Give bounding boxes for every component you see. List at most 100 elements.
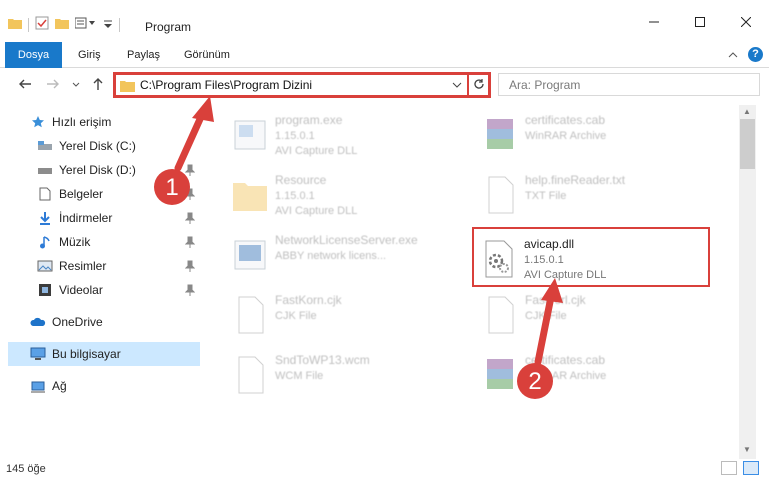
file-name: help.fineReader.txt [525,173,626,187]
back-icon[interactable] [18,77,32,95]
refresh-icon [473,78,485,93]
file-tile-help-txt[interactable]: help.fineReader.txt TXT File [475,165,715,223]
pin-icon[interactable] [184,284,196,299]
window-title: Program [145,20,192,34]
file-name: Fastverl.cjk [525,293,586,307]
file-description: AVI Capture DLL [275,145,358,157]
file-version: 1.15.0.1 [524,254,564,266]
file-type: WinRAR Archive [525,370,607,382]
cloud-icon [30,314,46,330]
videos-icon [37,282,53,298]
sidebar-item-label: Belgeler [59,187,104,201]
file-tile-program-exe[interactable]: program.exe 1.15.0.1 AVI Capture DLL [225,105,465,163]
computer-icon [30,346,46,362]
customize-icon[interactable] [74,17,97,32]
scroll-up-icon[interactable]: ▲ [743,107,751,116]
tab-home[interactable]: Giriş [78,42,101,68]
expand-ribbon-icon[interactable] [728,48,738,62]
sidebar-item-videos[interactable]: Videolar [37,278,200,302]
tab-file[interactable]: Dosya [5,42,62,68]
folder-icon [231,175,269,215]
tiles-view-icon[interactable] [743,461,759,475]
navigation-pane: Hızlı erişim Yerel Disk (C:) Yerel Disk … [0,105,205,459]
file-name: certificates.cab [525,113,606,127]
file-name: Resource [275,173,327,187]
network-icon [30,378,46,394]
maximize-button[interactable] [677,8,723,38]
file-name: SndToWP13.wcm [275,353,370,367]
tab-share[interactable]: Paylaş [127,42,160,68]
details-view-icon[interactable] [721,461,737,475]
forward-icon[interactable] [46,77,60,95]
file-tile-certificates-cab[interactable]: certificates.cab WinRAR Archive [475,105,715,163]
chevron-down-icon[interactable] [452,77,462,96]
file-icon [231,295,269,335]
navigation-bar: C:\Program Files\Program Dizini Ara: Pro… [0,68,769,102]
minimize-icon [649,16,659,30]
up-icon[interactable] [92,77,104,95]
file-tile-certificates-cab-2[interactable]: certificates.cab WinRAR Archive [475,345,715,403]
title-bar: Program [0,0,769,42]
pin-icon[interactable] [184,212,196,227]
music-icon [37,234,53,250]
search-placeholder: Ara: Program [509,78,581,92]
sidebar-item-downloads[interactable]: İndirmeler [37,206,200,230]
file-tile-networklicenseserver[interactable]: NetworkLicenseServer.exe ABBY network li… [225,225,465,283]
winrar-icon [481,355,519,395]
sidebar-item-network[interactable]: Ağ [30,374,200,398]
file-version: 1.15.0.1 [275,190,315,202]
new-folder-icon[interactable] [55,17,69,32]
sidebar-item-label: Bu bilgisayar [52,347,121,361]
dll-gear-icon [480,239,518,279]
vertical-scrollbar[interactable]: ▲ ▼ [739,105,756,459]
exe-icon [231,235,269,275]
file-tile-fastverl-cjk[interactable]: Fastverl.cjk CJK File [475,285,715,343]
sidebar-item-label: Ağ [52,379,67,393]
tab-view[interactable]: Görünüm [184,42,230,68]
file-icon [481,295,519,335]
sidebar-item-label: Yerel Disk (D:) [59,163,136,177]
sidebar-item-label: Müzik [59,235,91,249]
item-count: 145 öğe [6,463,46,475]
minimize-button[interactable] [631,8,677,38]
folder-icon [8,17,22,32]
window-controls [631,8,769,38]
sidebar-item-disk-d[interactable]: Yerel Disk (D:) [37,158,200,182]
sidebar-item-label: İndirmeler [59,211,113,225]
file-description: ABBY network licens... [275,250,387,262]
status-bar: 145 öğe [0,459,769,491]
sidebar-item-documents[interactable]: Belgeler [37,182,200,206]
sidebar-item-music[interactable]: Müzik [37,230,200,254]
file-tile-resource-folder[interactable]: Resource 1.15.0.1 AVI Capture DLL [225,165,465,223]
scrollbar-thumb[interactable] [740,119,755,169]
recent-locations-icon[interactable] [72,77,80,95]
file-tile-fastkorn-cjk[interactable]: FastKorn.cjk CJK File [225,285,465,343]
dropdown-icon[interactable] [103,18,113,32]
drive-icon [37,138,53,154]
scroll-down-icon[interactable]: ▼ [743,445,751,454]
properties-icon[interactable] [35,16,49,33]
sidebar-item-pictures[interactable]: Resimler [37,254,200,278]
pin-icon[interactable] [184,164,196,179]
pin-icon[interactable] [184,236,196,251]
sidebar-item-label: Yerel Disk (C:) [59,139,136,153]
sidebar-item-disk-c[interactable]: Yerel Disk (C:) [37,134,200,158]
refresh-button[interactable] [467,72,489,98]
sidebar-item-onedrive[interactable]: OneDrive [30,310,200,334]
search-box[interactable]: Ara: Program [498,73,760,96]
pin-icon[interactable] [184,188,196,203]
address-bar[interactable]: C:\Program Files\Program Dizini [113,72,491,98]
close-button[interactable] [723,8,769,38]
sidebar-item-quick-access[interactable]: Hızlı erişim [30,110,230,134]
star-icon [30,114,46,130]
winrar-icon [481,115,519,155]
file-type: CJK File [275,310,317,322]
help-icon[interactable]: ? [748,47,763,62]
file-tile-sndtowp13-wcm[interactable]: SndToWP13.wcm WCM File [225,345,465,403]
file-name: program.exe [275,113,343,127]
file-version: 1.15.0.1 [275,130,315,142]
ribbon-tabs: Dosya Giriş Paylaş Görünüm ? [0,42,769,68]
pin-icon[interactable] [184,260,196,275]
sidebar-item-this-pc[interactable]: Bu bilgisayar [8,342,200,366]
file-tile-avicap-dll[interactable]: avicap.dll 1.15.0.1 AVI Capture DLL [472,227,710,287]
